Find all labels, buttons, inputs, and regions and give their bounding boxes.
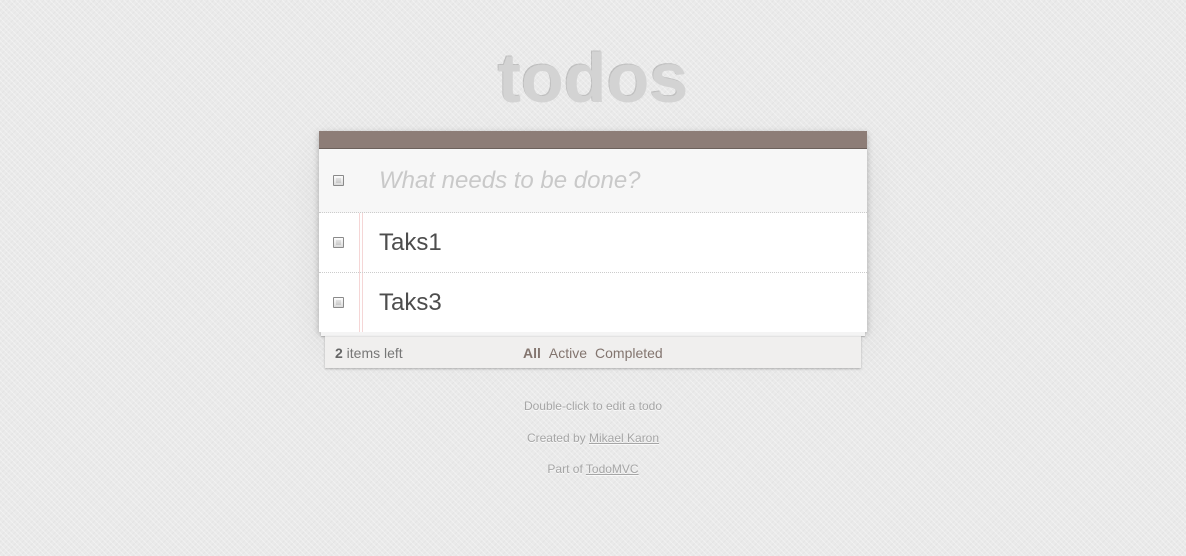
- author-link[interactable]: Mikael Karon: [589, 431, 659, 445]
- filter-all[interactable]: All: [523, 345, 541, 361]
- credits-prefix: Created by: [526, 431, 589, 445]
- todo-app: Taks1 Taks3: [319, 131, 867, 332]
- info-hint: Double-click to edit a todo: [523, 399, 663, 413]
- part-of-prefix: Part of: [547, 462, 586, 476]
- todo-item[interactable]: Taks1: [319, 213, 867, 273]
- todo-checkbox[interactable]: [333, 296, 344, 308]
- toggle-all-checkbox[interactable]: [333, 174, 344, 186]
- header-bar: [319, 131, 867, 149]
- todo-item[interactable]: Taks3: [319, 273, 867, 332]
- todo-label[interactable]: Taks3: [379, 288, 442, 318]
- filters: All Active Completed: [523, 345, 663, 361]
- filter-completed[interactable]: Completed: [595, 345, 663, 361]
- todo-checkbox[interactable]: [333, 236, 344, 248]
- todo-count-suffix: items left: [342, 345, 403, 361]
- todo-count: 2 items left: [335, 345, 403, 361]
- todo-label[interactable]: Taks1: [379, 228, 442, 258]
- todomvc-link[interactable]: TodoMVC: [586, 462, 639, 476]
- new-todo-row: [319, 149, 867, 213]
- new-todo-input[interactable]: [379, 163, 849, 199]
- filter-active[interactable]: Active: [549, 345, 587, 361]
- app-title: todos: [497, 39, 689, 117]
- todo-footer: 2 items left All Active Completed: [325, 336, 861, 368]
- info-credits: Created by Mikael Karon: [0, 431, 1186, 445]
- todo-count-number: 2: [335, 345, 343, 361]
- info-part-of: Part of TodoMVC: [0, 462, 1186, 476]
